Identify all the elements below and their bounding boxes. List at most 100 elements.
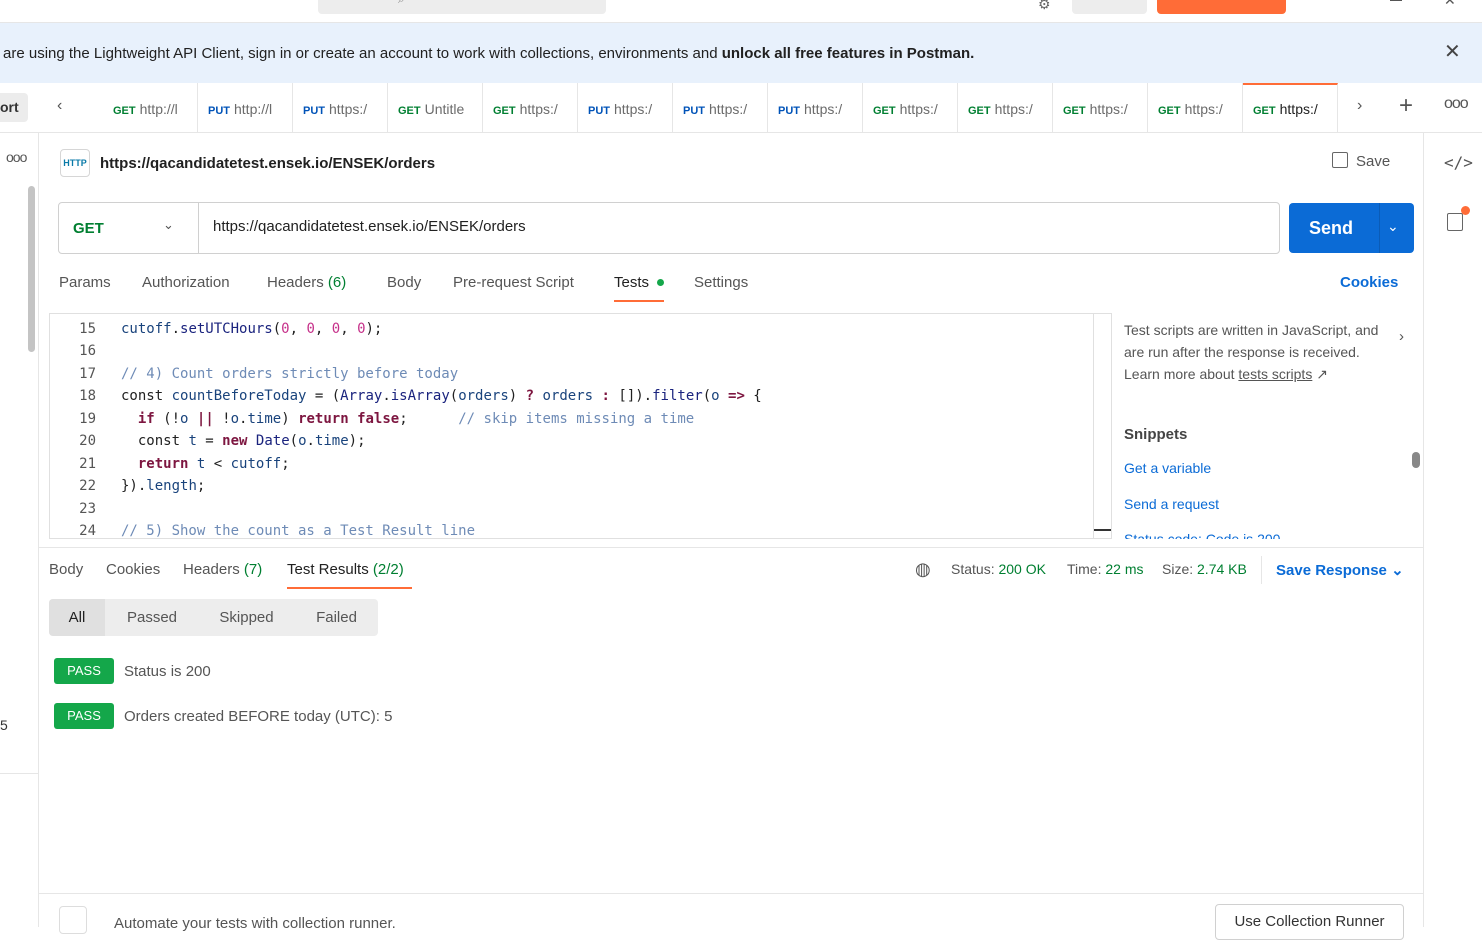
line-number: 20 bbox=[79, 433, 96, 449]
banner-text: are using the Lightweight API Client, si… bbox=[3, 45, 975, 62]
left-sidebar: ooo 5 bbox=[0, 133, 39, 927]
create-account-button[interactable] bbox=[1157, 0, 1286, 14]
resp-tab-body[interactable]: Body bbox=[49, 561, 83, 578]
request-tab[interactable]: PUT https:/ bbox=[673, 83, 768, 133]
import-button[interactable]: ort bbox=[0, 93, 28, 122]
collapse-panel-icon[interactable]: › bbox=[1399, 328, 1404, 345]
editor-resize-handle[interactable] bbox=[1094, 529, 1111, 531]
request-tab[interactable]: GET https:/ bbox=[958, 83, 1053, 133]
cookies-link[interactable]: Cookies bbox=[1340, 274, 1398, 291]
request-tab-title: https:/ bbox=[519, 101, 558, 117]
save-response-button[interactable]: Save Response ⌄ bbox=[1276, 561, 1404, 579]
filter-skipped[interactable]: Skipped bbox=[205, 599, 288, 636]
global-search-input[interactable]: ⌕ bbox=[318, 0, 606, 14]
size-value: 2.74 KB bbox=[1197, 561, 1247, 577]
filter-all[interactable]: All bbox=[49, 599, 105, 636]
request-tab[interactable]: GET http://l bbox=[103, 83, 198, 133]
snippet-send-request[interactable]: Send a request bbox=[1124, 496, 1219, 512]
request-tab-method: PUT bbox=[208, 105, 230, 117]
code-line: 18 const countBeforeToday = (Array.isArra… bbox=[50, 385, 1110, 407]
line-number: 19 bbox=[79, 411, 96, 427]
banner-close-icon[interactable]: ✕ bbox=[1444, 42, 1461, 62]
request-tab-title: https:/ bbox=[329, 101, 368, 117]
tab-headers[interactable]: Headers (6) bbox=[267, 274, 346, 291]
request-tab-method: PUT bbox=[303, 105, 325, 117]
url-input[interactable] bbox=[213, 218, 1263, 235]
sidebar-divider bbox=[0, 773, 39, 774]
request-tab[interactable]: PUT http://l bbox=[198, 83, 293, 133]
request-tab-method: GET bbox=[873, 105, 896, 117]
test-script-editor[interactable]: 15 cutoff.setUTCHours(0, 0, 0, 0); 16 17/… bbox=[49, 313, 1112, 539]
snippet-status-code[interactable]: Status code: Code is 200 bbox=[1124, 531, 1280, 539]
settings-gear-icon[interactable]: ⚙ bbox=[1038, 0, 1051, 13]
send-divider bbox=[1379, 203, 1380, 253]
status-value: 200 OK bbox=[998, 561, 1046, 577]
new-tab-icon[interactable]: + bbox=[1399, 92, 1413, 120]
filter-failed[interactable]: Failed bbox=[301, 599, 372, 636]
tab-authorization[interactable]: Authorization bbox=[142, 274, 230, 291]
globe-icon[interactable]: ◍ bbox=[915, 559, 931, 580]
minimize-icon[interactable] bbox=[1390, 0, 1402, 1]
tab-prerequest-script[interactable]: Pre-request Script bbox=[453, 274, 574, 291]
request-title[interactable]: https://qacandidatetest.ensek.io/ENSEK/o… bbox=[100, 155, 435, 172]
snippet-get-variable[interactable]: Get a variable bbox=[1124, 460, 1211, 476]
tab-headers-label: Headers bbox=[267, 274, 324, 291]
request-tab-method: GET bbox=[968, 105, 991, 117]
sidebar-more-icon[interactable]: ooo bbox=[6, 149, 27, 165]
editor-scrollbar[interactable] bbox=[1093, 313, 1094, 539]
sign-in-button[interactable] bbox=[1072, 0, 1147, 14]
tab-tests[interactable]: Tests bbox=[614, 274, 649, 291]
code-line: 15 cutoff.setUTCHours(0, 0, 0, 0); bbox=[50, 318, 1110, 340]
resp-headers-label: Headers bbox=[183, 561, 240, 578]
more-options-icon[interactable]: ooo bbox=[1444, 95, 1469, 113]
request-tab-method: GET bbox=[1158, 105, 1181, 117]
tab-params[interactable]: Params bbox=[59, 274, 111, 291]
request-tab[interactable]: GET Untitle bbox=[388, 83, 483, 133]
request-tab-method: PUT bbox=[778, 105, 800, 117]
code-snippet-icon[interactable]: </> bbox=[1444, 153, 1473, 172]
code-line: 16 bbox=[50, 340, 1110, 362]
send-options-chevron-icon[interactable]: ⌄ bbox=[1387, 218, 1399, 235]
line-number: 18 bbox=[79, 388, 96, 404]
send-label: Send bbox=[1309, 218, 1354, 238]
snippets-scrollbar[interactable] bbox=[1412, 452, 1420, 468]
documentation-icon[interactable] bbox=[1447, 213, 1463, 231]
sidebar-fragment-text: 5 bbox=[0, 717, 8, 733]
window-close-icon[interactable]: ✕ bbox=[1444, 0, 1456, 9]
request-tab[interactable]: GET https:/ bbox=[1148, 83, 1243, 133]
tabs-scroll-right-icon[interactable]: › bbox=[1357, 97, 1362, 115]
sidebar-scrollbar[interactable] bbox=[28, 186, 35, 352]
tabs-scroll-left-icon[interactable]: ‹ bbox=[57, 97, 62, 115]
save-button[interactable]: Save bbox=[1332, 152, 1390, 170]
tab-body[interactable]: Body bbox=[387, 274, 421, 291]
divider bbox=[1261, 556, 1262, 584]
resp-tab-headers[interactable]: Headers (7) bbox=[183, 561, 262, 578]
request-tab-method: GET bbox=[113, 105, 136, 117]
method-select[interactable]: GET ⌄ bbox=[59, 203, 199, 253]
request-tab-bar: ort ‹ GET http://l PUT http://l PUT https:/GE… bbox=[0, 83, 1482, 133]
request-tab[interactable]: GET https:/ bbox=[863, 83, 958, 133]
tab-settings[interactable]: Settings bbox=[694, 274, 748, 291]
request-tab[interactable]: PUT https:/ bbox=[578, 83, 673, 133]
request-tab-method: GET bbox=[493, 105, 516, 117]
request-tab[interactable]: GET https:/ bbox=[1053, 83, 1148, 133]
request-tab[interactable]: GET https:/ bbox=[483, 83, 578, 133]
use-collection-runner-button[interactable]: Use Collection Runner bbox=[1215, 904, 1404, 940]
status-readout: Status: 200 OK bbox=[951, 561, 1046, 577]
filter-passed[interactable]: Passed bbox=[111, 599, 193, 636]
chevron-down-icon: ⌄ bbox=[1391, 562, 1404, 579]
tests-scripts-link[interactable]: tests scripts bbox=[1238, 366, 1312, 382]
request-tab[interactable]: PUT https:/ bbox=[293, 83, 388, 133]
resp-tab-test-results[interactable]: Test Results (2/2) bbox=[287, 561, 404, 578]
resp-headers-count: (7) bbox=[243, 561, 263, 578]
test-results-label: Test Results bbox=[287, 561, 369, 578]
resp-tab-cookies[interactable]: Cookies bbox=[106, 561, 160, 578]
top-bar: ⌕ ⚙ ✕ bbox=[0, 0, 1482, 23]
save-label: Save bbox=[1356, 153, 1391, 170]
footer-text: Automate your tests with collection runn… bbox=[114, 915, 396, 932]
request-tab-title: https:/ bbox=[614, 101, 653, 117]
send-button[interactable]: Send ⌄ bbox=[1289, 203, 1414, 253]
code-line: 22}).length; bbox=[50, 475, 1110, 497]
request-tab[interactable]: PUT https:/ bbox=[768, 83, 863, 133]
request-tab[interactable]: GET https:/ bbox=[1243, 83, 1338, 133]
